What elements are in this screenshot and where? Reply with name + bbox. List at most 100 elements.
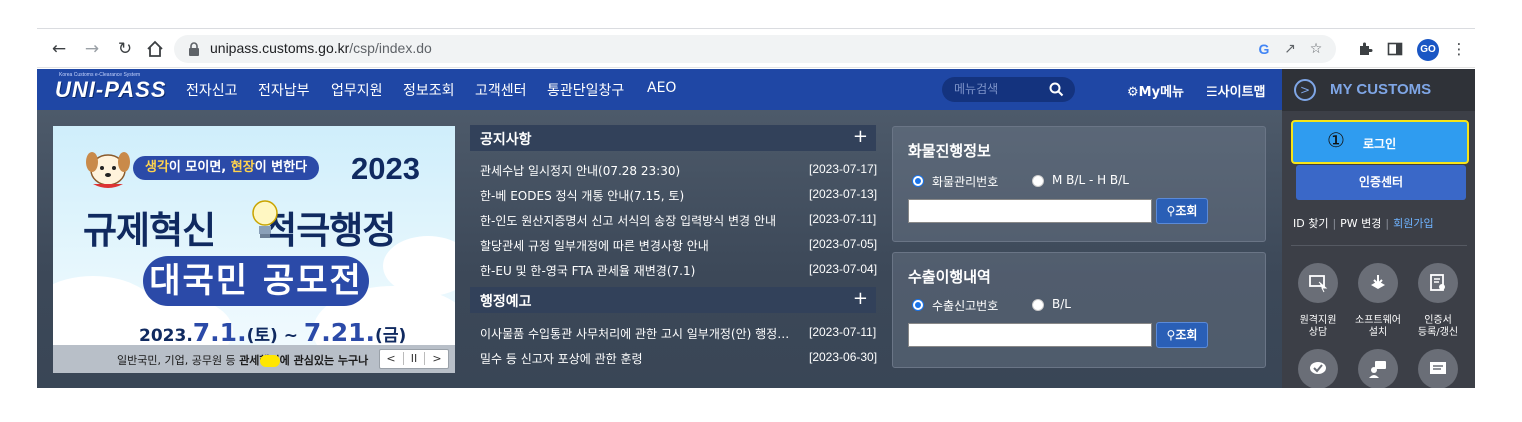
consult-icon[interactable] [1358, 349, 1398, 388]
promo-banner[interactable]: 생각이 모이면, 현장이 변한다 2023 규제혁신 적극행정 대국민 공모전 2… [53, 126, 455, 373]
notice-row[interactable]: 관세수납 일시정지 안내(07.28 23:30) [2023-07-17] [480, 160, 880, 180]
browser-toolbar: ← → ↻ unipass.customs.go.kr/csp/index.do… [37, 28, 1475, 68]
bl-number-label: M B/L - H B/L [1052, 173, 1129, 187]
software-install-label[interactable]: 소프트웨어 설치 [1348, 315, 1408, 339]
export-search-button[interactable]: ⚲조회 [1156, 322, 1208, 348]
google-lens-icon[interactable]: G [1254, 39, 1274, 59]
export-decl-label: 수출신고번호 [932, 299, 999, 313]
cargo-search-button[interactable]: ⚲조회 [1156, 198, 1208, 224]
banner-bottom-text: 일반국민, 기업, 공무원 등 관세행정에 관심있는 누구나 [117, 354, 369, 367]
sitemap-button[interactable]: ☰사이트맵 [1206, 81, 1266, 100]
side-panel-icon[interactable] [1383, 37, 1407, 61]
lightbulb-icon [252, 200, 278, 238]
export-bl-label: B/L [1052, 297, 1071, 311]
forward-arrow-icon[interactable]: → [80, 37, 104, 61]
menu-search [942, 77, 1075, 102]
banner-prev-button[interactable]: < [380, 352, 402, 365]
admin-notice-more-button[interactable]: + [853, 288, 868, 309]
chevron-right-icon: > [1294, 79, 1316, 101]
my-customs-panel: > MY CUSTOMS ① 로그인 인증센터 ID 찾기 | PW 변경 | 회원가입… [1282, 69, 1475, 388]
cargo-search-input[interactable] [908, 199, 1152, 223]
gear-icon: ⚙ [1127, 85, 1139, 100]
my-customs-title: MY CUSTOMS [1330, 81, 1432, 98]
nav-item-aeo[interactable]: AEO [647, 80, 676, 96]
menu-kebab-icon[interactable]: ⋮ [1447, 37, 1471, 61]
bookmark-star-icon[interactable]: ☆ [1306, 39, 1326, 59]
sitemap-label: 사이트맵 [1217, 85, 1266, 100]
banner-controls: < II > [379, 349, 449, 369]
browser-window: ← → ↻ unipass.customs.go.kr/csp/index.do… [37, 28, 1475, 388]
home-icon[interactable] [143, 37, 167, 61]
export-search-input[interactable] [908, 323, 1152, 347]
export-history-title: 수출이행내역 [908, 268, 991, 286]
nav-item-e-filing[interactable]: 전자신고 [186, 80, 238, 100]
cargo-number-radio[interactable] [912, 175, 924, 187]
account-links: ID 찾기 | PW 변경 | 회원가입 [1293, 217, 1434, 230]
export-bl-radio[interactable] [1032, 299, 1044, 311]
step-marker: ① [1327, 128, 1345, 152]
mascot-dog-icon [86, 152, 130, 188]
cargo-tracking-panel: 화물진행정보 화물관리번호 M B/L - H B/L ⚲조회 [892, 126, 1266, 242]
share-icon[interactable]: ↗ [1280, 39, 1300, 59]
divider [1291, 245, 1467, 246]
nav-item-support[interactable]: 업무지원 [331, 80, 383, 100]
nav-item-single-window[interactable]: 통관단일창구 [547, 80, 624, 100]
software-install-icon[interactable] [1358, 263, 1398, 303]
cursor-highlight-marker [260, 355, 280, 367]
my-customs-header[interactable]: > MY CUSTOMS [1282, 69, 1475, 111]
export-decl-radio[interactable] [912, 299, 924, 311]
banner-tagline: 생각이 모이면, 현장이 변한다 [133, 156, 320, 180]
remote-support-icon[interactable] [1298, 263, 1338, 303]
banner-pause-button[interactable]: II [403, 352, 425, 365]
pw-change-link[interactable]: PW 변경 [1340, 217, 1381, 230]
remote-support-label[interactable]: 원격지원 상담 [1288, 315, 1348, 339]
my-menu-button[interactable]: ⚙My메뉴 [1127, 81, 1184, 100]
extensions-puzzle-icon[interactable] [1353, 37, 1377, 61]
site-header: Korea Customs e-Clearance System UNI-PAS… [37, 69, 1282, 110]
login-label: 로그인 [1363, 137, 1397, 151]
find-id-link[interactable]: ID 찾기 [1293, 217, 1328, 230]
url-text: unipass.customs.go.kr/csp/index.do [210, 40, 432, 56]
profile-avatar[interactable]: GO [1417, 39, 1439, 61]
notice-row[interactable]: 할당관세 규정 일부개정에 따른 변경사항 안내 [2023-07-05] [480, 235, 880, 255]
join-link[interactable]: 회원가입 [1393, 217, 1433, 230]
unipass-logo[interactable]: Korea Customs e-Clearance System UNI-PAS… [55, 72, 166, 108]
my-menu-label: My메뉴 [1138, 85, 1184, 100]
notice-row[interactable]: 한-베 EODES 정식 개통 안내(7.15, 토) [2023-07-13] [480, 185, 880, 205]
hamburger-icon: ☰ [1206, 85, 1218, 100]
reload-icon[interactable]: ↻ [113, 37, 137, 61]
notice-header: 공지사항 + [470, 125, 876, 151]
message-board-icon[interactable] [1418, 349, 1458, 388]
export-history-panel: 수출이행내역 수출신고번호 B/L ⚲조회 [892, 252, 1266, 368]
menu-search-input[interactable] [954, 80, 1044, 98]
address-bar[interactable]: unipass.customs.go.kr/csp/index.do G ↗ ☆ [174, 35, 1336, 63]
nav-item-info-lookup[interactable]: 정보조회 [403, 80, 455, 100]
chat-check-icon[interactable] [1298, 349, 1338, 388]
admin-notice-row[interactable]: 밀수 등 신고자 포상에 관한 훈령 [2023-06-30] [480, 348, 880, 368]
certificate-label[interactable]: 인증서 등록/갱신 [1408, 315, 1468, 339]
cargo-tracking-title: 화물진행정보 [908, 142, 991, 160]
banner-contest-pill: 대국민 공모전 [143, 256, 369, 306]
nav-item-e-payment[interactable]: 전자납부 [258, 80, 310, 100]
notice-row[interactable]: 한-인도 원산지증명서 신고 서식의 송장 입력방식 변경 안내 [2023-07… [480, 210, 880, 230]
notice-more-button[interactable]: + [853, 126, 868, 147]
banner-next-button[interactable]: > [426, 352, 448, 365]
admin-notice-title: 행정예고 [480, 294, 532, 310]
banner-bottom-bar: 일반국민, 기업, 공무원 등 관세행정에 관심있는 누구나 < II > [53, 345, 455, 373]
back-arrow-icon[interactable]: ← [47, 37, 71, 61]
banner-headline: 규제혁신 적극행정 [83, 209, 396, 252]
notice-title: 공지사항 [480, 132, 532, 148]
admin-notice-row[interactable]: 이사물품 수입통관 사무처리에 관한 고시 일부개정(안) 행정예고 [2023-… [480, 323, 880, 343]
admin-notice-header: 행정예고 + [470, 287, 876, 313]
bl-number-radio[interactable] [1032, 175, 1044, 187]
notice-row[interactable]: 한-EU 및 한-영국 FTA 관세율 재변경(7.1) [2023-07-04] [480, 260, 880, 280]
banner-dates: 2023.7.1.(토) ~ 7.21.(금) [139, 318, 407, 347]
cert-center-button[interactable]: 인증센터 [1296, 165, 1466, 200]
certificate-icon[interactable] [1418, 263, 1458, 303]
nav-item-customer-center[interactable]: 고객센터 [475, 80, 527, 100]
main-content: 생각이 모이면, 현장이 변한다 2023 규제혁신 적극행정 대국민 공모전 2… [37, 110, 1282, 388]
login-button[interactable]: ① 로그인 [1291, 120, 1469, 164]
logo-text: UNI-PASS [55, 77, 167, 102]
lock-icon [189, 42, 199, 56]
search-icon[interactable] [1049, 82, 1064, 97]
